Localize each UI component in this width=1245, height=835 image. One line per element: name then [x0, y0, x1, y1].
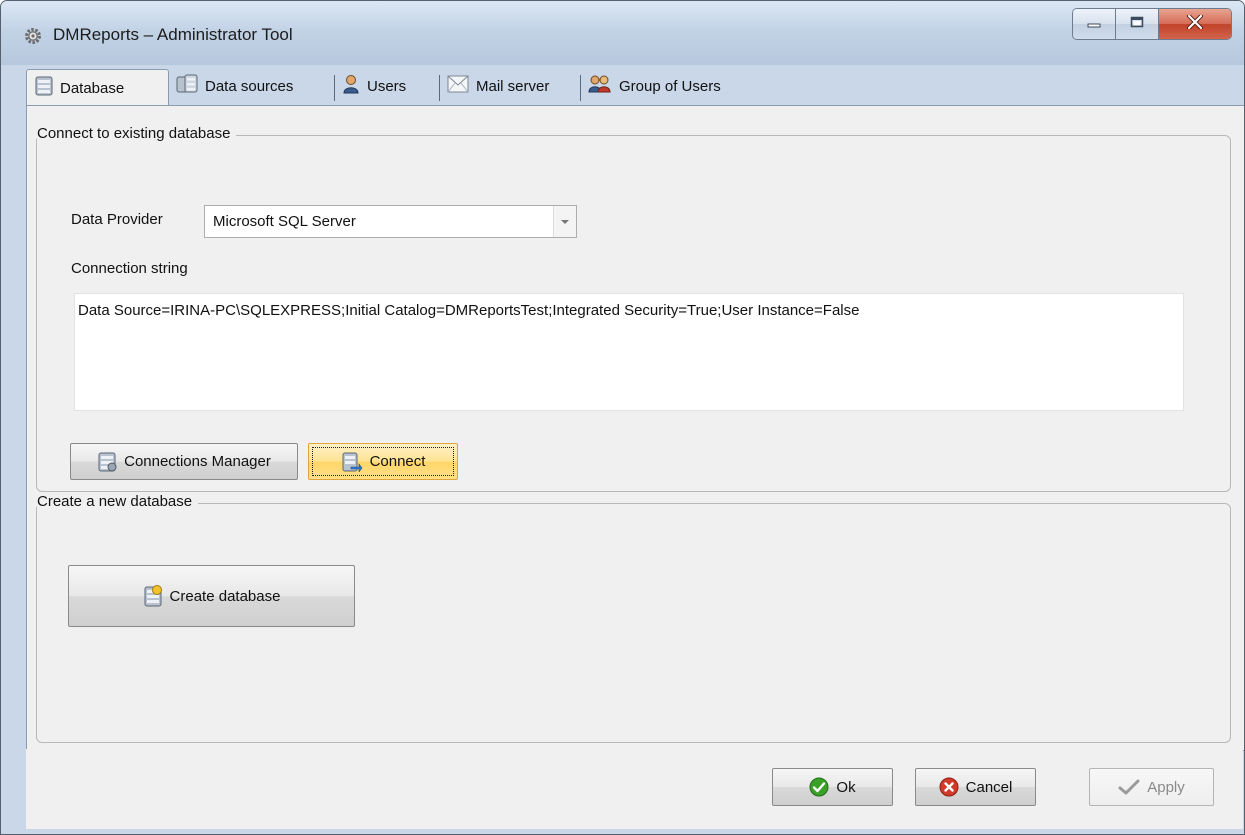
database-tab-panel: Connect to existing database Data Provid… [26, 105, 1244, 751]
user-icon [342, 74, 360, 98]
close-button[interactable] [1159, 9, 1231, 39]
maximize-icon [1130, 15, 1144, 33]
chevron-down-icon[interactable] [553, 206, 576, 237]
connections-manager-icon [97, 452, 117, 472]
create-database-group: Create a new database Create database [36, 493, 1231, 743]
apply-button[interactable]: Apply [1089, 768, 1214, 806]
ok-label: Ok [836, 778, 856, 796]
connect-button[interactable]: Connect [308, 443, 458, 480]
data-provider-value: Microsoft SQL Server [213, 213, 356, 230]
create-database-icon [143, 585, 163, 607]
cancel-button[interactable]: Cancel [915, 768, 1036, 806]
apply-label: Apply [1147, 778, 1185, 796]
checkmark-icon [1118, 779, 1140, 795]
tab-label: Group of Users [619, 77, 721, 95]
tab-label: Users [367, 77, 407, 95]
gear-icon [23, 26, 43, 46]
cancel-icon [939, 777, 959, 797]
minimize-icon [1087, 15, 1101, 33]
tab-mail-server[interactable]: Mail server [443, 69, 578, 103]
connections-manager-button[interactable]: Connections Manager [70, 443, 298, 480]
tab-label: Data sources [205, 77, 294, 95]
close-icon [1187, 13, 1203, 34]
connections-manager-label: Connections Manager [124, 453, 271, 470]
create-group-title: Create a new database [37, 493, 199, 510]
connection-string-label: Connection string [71, 260, 188, 277]
maximize-button[interactable] [1116, 9, 1159, 39]
dialog-footer: Ok Cancel Apply [26, 749, 1243, 829]
create-database-label: Create database [169, 587, 281, 605]
connection-string-value: Data Source=IRINA-PC\SQLEXPRESS;Initial … [78, 302, 860, 319]
tab-strip: Database Data sources Users Mail server … [26, 69, 1232, 106]
tab-users[interactable]: Users [338, 69, 438, 103]
mail-icon [447, 75, 469, 97]
connection-string-input[interactable]: Data Source=IRINA-PC\SQLEXPRESS;Initial … [74, 293, 1184, 411]
title-bar[interactable]: DMReports – Administrator Tool [1, 1, 1244, 65]
check-icon [809, 777, 829, 797]
tab-separator [439, 75, 440, 101]
tab-group-of-users[interactable]: Group of Users [584, 69, 759, 103]
ok-button[interactable]: Ok [772, 768, 893, 806]
database-icon [35, 76, 53, 100]
window-controls [1072, 8, 1232, 40]
minimize-button[interactable] [1073, 9, 1116, 39]
group-users-icon [588, 74, 612, 98]
tab-separator [334, 75, 335, 101]
data-provider-select[interactable]: Microsoft SQL Server [204, 205, 577, 238]
window-title: DMReports – Administrator Tool [53, 25, 293, 44]
focus-rectangle [312, 447, 454, 476]
tab-label: Mail server [476, 77, 550, 95]
tab-database[interactable]: Database [26, 69, 169, 106]
tab-data-sources[interactable]: Data sources [172, 69, 332, 103]
connect-group-title: Connect to existing database [37, 125, 237, 142]
app-window: DMReports – Administrator Tool Database … [0, 0, 1245, 835]
tab-label: Database [60, 79, 125, 97]
data-sources-icon [176, 74, 198, 98]
tab-separator [580, 75, 581, 101]
connect-existing-group: Connect to existing database Data Provid… [36, 125, 1231, 492]
data-provider-label: Data Provider [71, 211, 163, 228]
cancel-label: Cancel [965, 778, 1013, 796]
create-database-button[interactable]: Create database [68, 565, 355, 627]
